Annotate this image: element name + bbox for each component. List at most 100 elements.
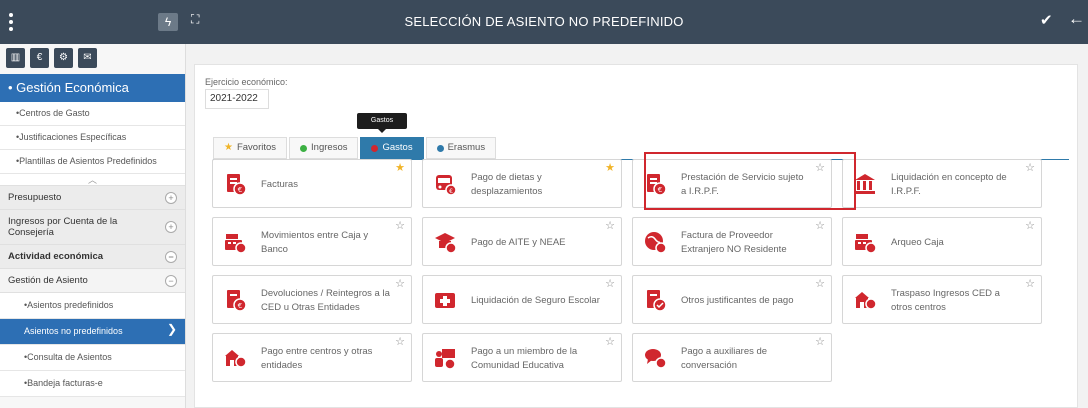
card-pago-dietas[interactable]: € Pago de dietas y desplazamientos ★ [422,159,622,208]
receipt-check-icon [647,290,667,312]
invoice-icon: € [227,174,247,196]
refund-icon: € [227,290,247,312]
medical-kit-icon [435,293,455,308]
sidebar-item-justificaciones[interactable]: •Justificaciones Específicas [0,126,185,150]
favorite-star-icon[interactable]: ☆ [1025,163,1035,174]
back-arrow-icon[interactable]: ← [1068,9,1085,29]
card-pago-aite-neae[interactable]: Pago de AITE y NEAE ☆ [422,217,622,266]
card-label: Pago de dietas y desplazamientos [471,171,543,197]
svg-text:€: € [238,186,242,194]
school-transfer-icon [855,292,877,310]
globe-icon [645,232,667,254]
card-pago-entre-centros[interactable]: Pago entre centros y otras entidades ☆ [212,333,412,382]
card-label: Pago de AITE y NEAE [471,236,566,248]
card-label: Liquidación de Seguro Escolar [471,294,600,306]
red-dot-icon [371,144,379,152]
page-title: SELECCIÓN DE ASIENTO NO PREDEFINIDO [404,14,684,29]
favorite-star-icon[interactable]: ☆ [395,279,405,290]
sidebar-section-actividad[interactable]: Actividad económica − [0,245,185,269]
card-label: Otros justificantes de pago [681,294,794,306]
person-teacher-icon [435,349,456,370]
sidebar: ▥ € ⚙ ✉ • Gestión Económica •Centros de … [0,44,186,408]
sidebar-section-title[interactable]: • Gestión Económica [0,74,185,102]
card-factura-proveedor-extranjero[interactable]: Factura de Proveedor Extranjero NO Resid… [632,217,832,266]
graduation-icon [435,233,457,254]
favorite-star-icon[interactable]: ★ [605,163,615,174]
chevron-right-icon: ❯ [166,322,177,336]
svg-text:€: € [238,302,242,310]
tooltip: Gastos [357,113,407,133]
favorite-star-icon[interactable]: ☆ [1025,279,1035,290]
sidebar-section-presupuesto[interactable]: Presupuesto + [0,186,185,210]
card-devoluciones-reintegros[interactable]: € Devoluciones / Reintegros a la CED u O… [212,275,412,324]
favorite-star-icon[interactable]: ★ [395,163,405,174]
sidebar-item-bandeja-facturas[interactable]: •Bandeja facturas-e [0,371,185,397]
sidebar-item-asientos-no-predefinidos[interactable]: Asientos no predefinidos ❯ [0,319,185,345]
cash-register-icon [855,234,877,254]
card-liquidacion-seguro-escolar[interactable]: Liquidación de Seguro Escolar ☆ [422,275,622,324]
card-liquidacion-irpf[interactable]: Liquidación en concepto de I.R.P.F. ☆ [842,159,1042,208]
confirm-check-icon[interactable]: ✔ [1040,11,1053,29]
asiento-card-grid: € Facturas ★ € Pago de dietas y desplaza… [212,159,1052,382]
building-icon[interactable]: ▥ [6,48,25,68]
tab-favoritos[interactable]: ★ Favoritos [213,137,288,159]
sidebar-section-gestion-asiento[interactable]: Gestión de Asiento − [0,269,185,293]
card-label: Factura de Proveedor Extranjero NO Resid… [681,229,787,255]
sidebar-section-ingresos[interactable]: Ingresos por Cuenta de la Consejería + [0,210,185,245]
tab-ingresos[interactable]: Ingresos [289,137,359,159]
favorite-star-icon[interactable]: ☆ [605,337,615,348]
tab-erasmus[interactable]: Erasmus [425,137,497,159]
card-label: Movimientos entre Caja y Banco [261,229,369,255]
sidebar-item-centros-de-gasto[interactable]: •Centros de Gasto [0,102,185,126]
favorite-star-icon[interactable]: ☆ [395,221,405,232]
card-facturas[interactable]: € Facturas ★ [212,159,412,208]
selection-highlight-box [644,152,856,210]
sidebar-item-consulta-asientos[interactable]: •Consulta de Asientos [0,345,185,371]
favorite-star-icon[interactable]: ☆ [1025,221,1035,232]
sidebar-section-label: Presupuesto [8,192,62,203]
collapse-toggle-icon[interactable]: − [165,250,177,263]
card-arqueo-caja[interactable]: Arqueo Caja ☆ [842,217,1042,266]
cash-register-icon [225,234,247,254]
sidebar-item-label: Asientos no predefinidos [24,326,123,336]
collapse-toggle-icon[interactable]: − [165,274,177,287]
card-pago-auxiliares[interactable]: Pago a auxiliares de conversación ☆ [632,333,832,382]
card-label: Arqueo Caja [891,236,944,248]
tab-label: Ingresos [311,142,348,153]
card-movimientos-caja-banco[interactable]: Movimientos entre Caja y Banco ☆ [212,217,412,266]
blue-dot-icon [436,144,444,152]
svg-text:€: € [449,188,453,195]
favorite-star-icon[interactable]: ☆ [605,279,615,290]
card-label: Devoluciones / Reintegros a la CED u Otr… [261,287,390,313]
card-pago-miembro-comunidad[interactable]: Pago a un miembro de la Comunidad Educat… [422,333,622,382]
expand-toggle-icon[interactable]: + [165,221,177,233]
card-label: Pago a un miembro de la Comunidad Educat… [471,345,578,371]
favorite-star-icon[interactable]: ☆ [395,337,405,348]
card-label: Liquidación en concepto de I.R.P.F. [891,171,1007,197]
sidebar-item-plantillas[interactable]: •Plantillas de Asientos Predefinidos [0,150,185,174]
favorite-star-icon[interactable]: ☆ [815,221,825,232]
favorite-star-icon[interactable]: ☆ [815,279,825,290]
envelope-icon[interactable]: ✉ [78,48,97,68]
favorite-star-icon[interactable]: ☆ [605,221,615,232]
sidebar-section-label: Actividad económica [8,251,104,262]
card-traspaso-ingresos[interactable]: Traspaso Ingresos CED a otros centros ☆ [842,275,1042,324]
collapse-chevron-icon[interactable]: ︿ [0,174,185,186]
expand-toggle-icon[interactable]: + [165,191,177,204]
bank-icon [855,174,875,194]
school-transfer-icon [225,350,247,368]
tab-gastos[interactable]: Gastos [360,137,424,159]
sidebar-item-asientos-predefinidos[interactable]: •Asientos predefinidos [0,293,185,319]
favorite-star-icon[interactable]: ☆ [815,337,825,348]
ejercicio-select[interactable]: 2021-2022 [205,89,269,109]
card-label: Facturas [261,178,298,190]
category-tabs: ★ Favoritos Ingresos Gastos Erasmus [213,137,498,159]
main-area: Ejercicio económico: 2021-2022 Gastos ★ … [186,44,1088,408]
card-otros-justificantes[interactable]: Otros justificantes de pago ☆ [632,275,832,324]
top-bar: ϟ ⛶ SELECCIÓN DE ASIENTO NO PREDEFINIDO … [0,0,1088,44]
tab-label: Gastos [382,142,413,153]
green-dot-icon [300,144,308,152]
euro-icon[interactable]: € [30,48,49,68]
card-label: Pago entre centros y otras entidades [261,345,373,371]
settings-icon[interactable]: ⚙ [54,48,73,68]
